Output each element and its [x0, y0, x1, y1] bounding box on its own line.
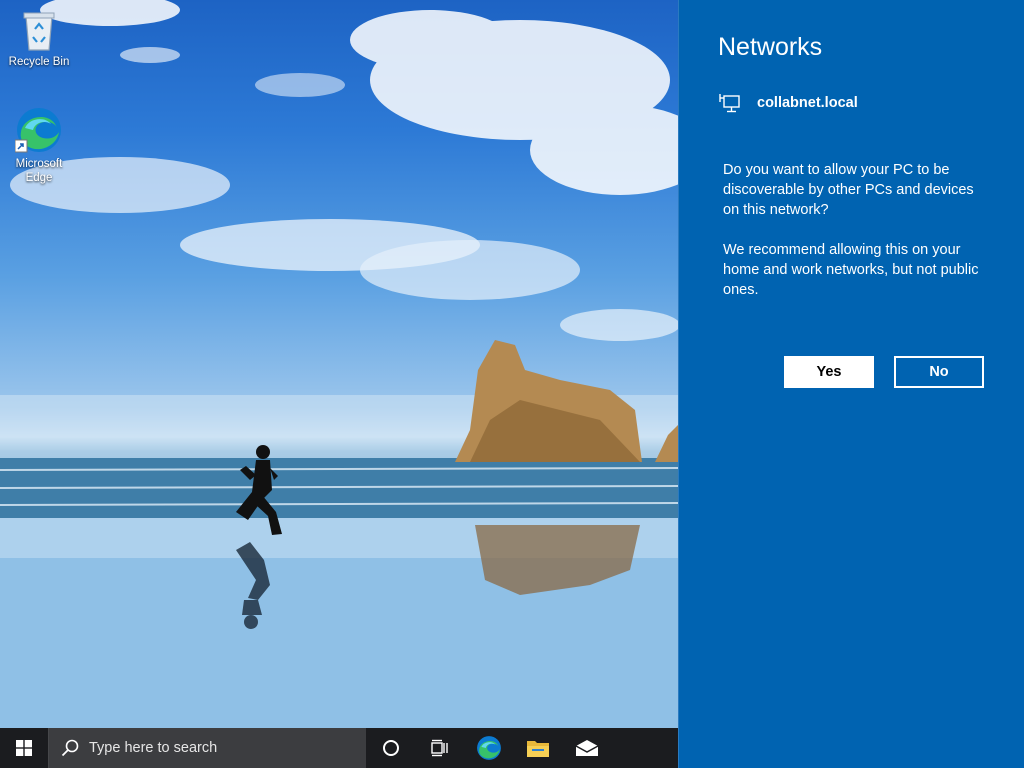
- desktop-icon-microsoft-edge[interactable]: Microsoft Edge: [4, 106, 74, 185]
- task-view-icon: [430, 739, 448, 757]
- file-explorer-button[interactable]: [513, 728, 562, 768]
- start-button[interactable]: [0, 728, 48, 768]
- recycle-bin-icon: [23, 12, 55, 51]
- search-placeholder: Type here to search: [89, 740, 218, 756]
- ethernet-icon: [719, 94, 740, 113]
- flyout-title: Networks: [718, 33, 823, 61]
- search-icon: [61, 739, 79, 757]
- task-view-button[interactable]: [415, 728, 464, 768]
- edge-icon: [15, 108, 61, 153]
- network-entry: collabnet.local: [719, 93, 858, 113]
- edge-icon: [476, 736, 501, 760]
- microsoft-edge-label: Microsoft Edge: [15, 158, 63, 184]
- taskbar-edge-button[interactable]: [464, 728, 513, 768]
- windows-logo-icon: [16, 740, 32, 756]
- network-flyout: Networks collabnet.local Do you want to …: [678, 0, 1024, 768]
- wallpaper-scene: [0, 0, 678, 728]
- cortana-icon: [382, 740, 399, 756]
- taskbar: Type here to search: [0, 728, 678, 768]
- network-name: collabnet.local: [757, 95, 858, 111]
- desktop-icon-recycle-bin[interactable]: Recycle Bin: [4, 10, 74, 69]
- recycle-bin-label: Recycle Bin: [8, 56, 70, 68]
- no-button[interactable]: No: [894, 356, 984, 388]
- desktop-wallpaper: Recycle Bin Microsoft Edge: [0, 0, 678, 728]
- mail-icon: [575, 740, 598, 756]
- file-explorer-icon: [526, 741, 549, 757]
- mail-button[interactable]: [562, 728, 611, 768]
- cortana-button[interactable]: [366, 728, 415, 768]
- recommendation-text: We recommend allowing this on your home …: [723, 242, 979, 298]
- discoverable-question: Do you want to allow your PC to be disco…: [723, 162, 974, 218]
- yes-button[interactable]: Yes: [784, 356, 874, 388]
- taskbar-search-box[interactable]: Type here to search: [48, 728, 366, 768]
